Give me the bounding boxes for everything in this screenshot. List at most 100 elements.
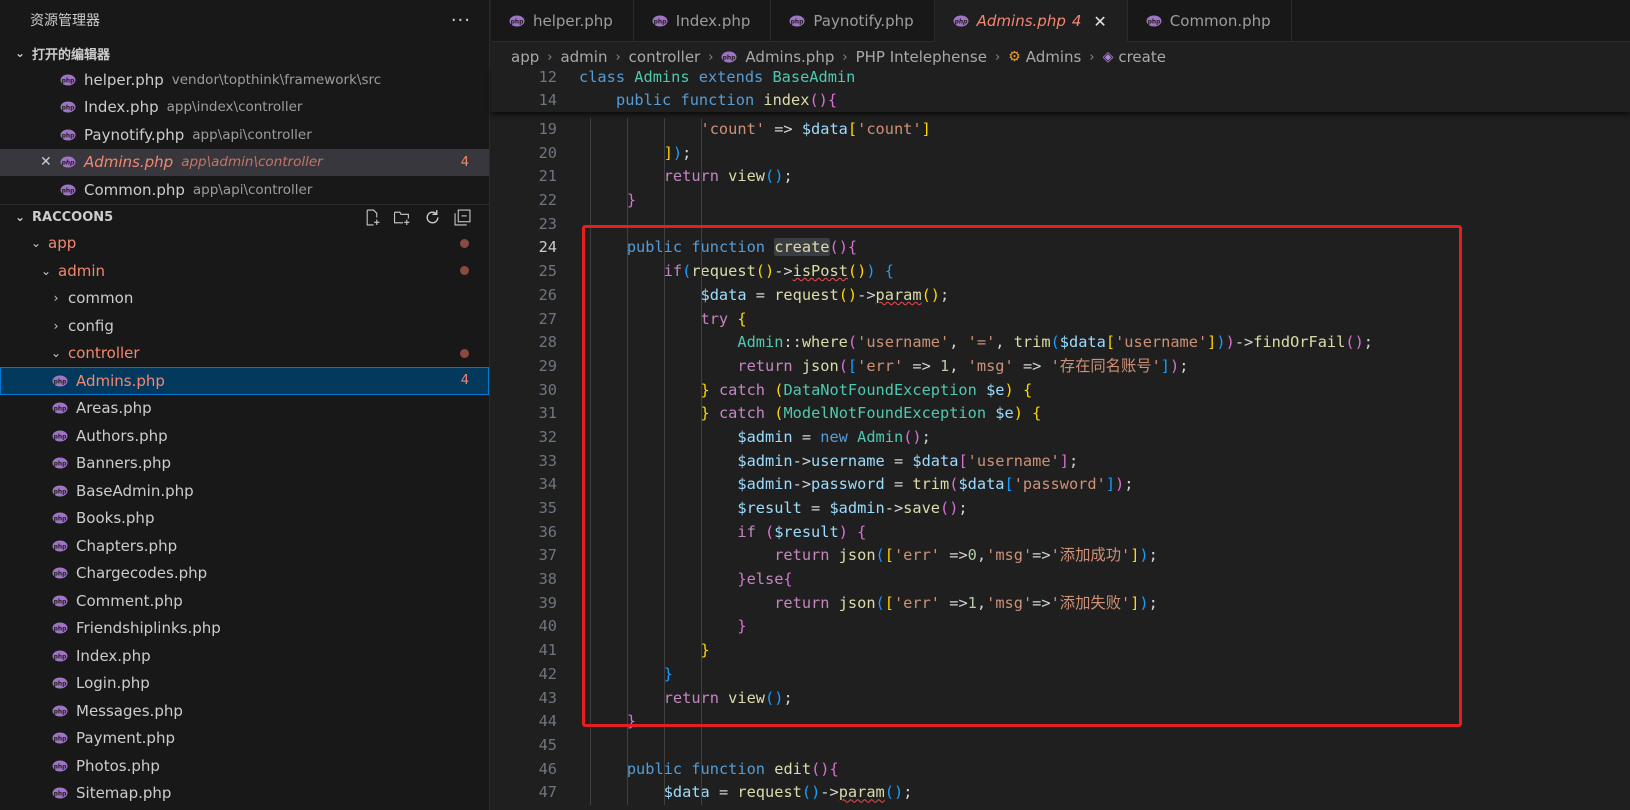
- folder-label: controller: [68, 344, 140, 363]
- tab-helper[interactable]: php helper.php: [491, 0, 634, 42]
- line-number: 33: [538, 451, 557, 470]
- new-folder-icon[interactable]: [393, 208, 411, 226]
- line-number: 47: [538, 783, 557, 802]
- code-line: Admin::where('username', '=', trim($data…: [737, 333, 1373, 352]
- svg-text:php: php: [54, 763, 68, 770]
- svg-text:php: php: [54, 653, 68, 660]
- file-item[interactable]: php Books.php: [0, 505, 489, 533]
- open-editor-item[interactable]: php helper.php vendor\topthink\framework…: [0, 66, 489, 94]
- file-item[interactable]: php Friendshiplinks.php: [0, 615, 489, 643]
- breadcrumb-item[interactable]: controller: [629, 48, 701, 66]
- problem-count-badge: 4: [460, 373, 469, 389]
- chevron-right-icon: ›: [1089, 49, 1095, 65]
- file-item[interactable]: php Sitemap.php: [0, 780, 489, 808]
- tree-folder-controller[interactable]: ⌄ controller: [0, 340, 489, 368]
- chevron-down-icon: ⌄: [14, 210, 26, 224]
- svg-text:php: php: [54, 488, 68, 495]
- new-file-icon[interactable]: [363, 208, 381, 226]
- file-item[interactable]: php Login.php: [0, 670, 489, 698]
- php-file-icon: php: [60, 101, 76, 113]
- file-item[interactable]: php Chapters.php: [0, 532, 489, 560]
- tab-label: helper.php: [533, 12, 613, 30]
- tab-admins[interactable]: php Admins.php 4 ✕: [934, 0, 1128, 42]
- chevron-down-icon: ⌄: [50, 346, 62, 361]
- line-number: 23: [538, 214, 557, 233]
- project-section[interactable]: ⌄ RACCOON5: [0, 203, 489, 230]
- open-editor-item[interactable]: php Index.php app\index\controller: [0, 94, 489, 122]
- file-item[interactable]: php Banners.php: [0, 450, 489, 478]
- tab-index[interactable]: php Index.php: [634, 0, 772, 42]
- indent-guide: [701, 118, 702, 805]
- file-item[interactable]: php Admins.php 4: [0, 367, 489, 395]
- file-item[interactable]: php Messages.php: [0, 697, 489, 725]
- breadcrumb-item[interactable]: app: [511, 48, 539, 66]
- svg-text:php: php: [54, 736, 68, 743]
- svg-text:php: php: [54, 433, 68, 440]
- open-editor-item[interactable]: php Paynotify.php app\api\controller: [0, 121, 489, 149]
- line-number: 35: [538, 499, 557, 517]
- code-line: return view();: [663, 167, 793, 186]
- file-name: Photos.php: [76, 756, 160, 775]
- open-editor-path: app\index\controller: [166, 99, 303, 116]
- svg-text:php: php: [723, 54, 737, 61]
- svg-text:php: php: [62, 187, 76, 194]
- breadcrumb-item[interactable]: PHP Intelephense: [856, 48, 987, 66]
- tree-folder-app[interactable]: ⌄ app: [0, 230, 489, 258]
- php-file-icon: php: [52, 760, 68, 772]
- file-item[interactable]: php Photos.php: [0, 752, 489, 780]
- tree-folder-common[interactable]: › common: [0, 285, 489, 313]
- line-number: 37: [538, 546, 557, 565]
- code-line: try {: [700, 309, 747, 328]
- close-icon[interactable]: ✕: [1093, 12, 1106, 31]
- modified-dot: [460, 266, 469, 276]
- file-item[interactable]: php Areas.php: [0, 395, 489, 423]
- svg-text:php: php: [54, 681, 68, 688]
- breadcrumb-item[interactable]: Admins.php: [745, 48, 834, 66]
- file-name: Index.php: [76, 646, 151, 665]
- line-number: 25: [538, 262, 557, 281]
- php-file-icon: php: [52, 732, 68, 744]
- line-number: 27: [538, 309, 557, 328]
- problem-count-badge: 4: [460, 154, 469, 170]
- file-name: Sitemap.php: [76, 784, 172, 803]
- code-line: return json(['err' =>1,'msg'=>'添加失败']);: [774, 593, 1158, 612]
- file-item[interactable]: php Chargecodes.php: [0, 560, 489, 588]
- php-file-icon: php: [52, 512, 68, 524]
- breadcrumb-item[interactable]: create: [1118, 48, 1166, 66]
- file-item[interactable]: php Index.php: [0, 642, 489, 670]
- open-editors-section[interactable]: ⌄ 打开的编辑器: [0, 40, 489, 66]
- sticky-scroll[interactable]: 12 class Admins extends BaseAdmin 14 publi…: [491, 66, 1630, 112]
- file-item[interactable]: php Payment.php: [0, 725, 489, 753]
- indent-guide: [627, 118, 628, 805]
- open-editor-name: Index.php: [84, 98, 159, 117]
- close-icon[interactable]: ✕: [40, 154, 52, 170]
- tree-folder-admin[interactable]: ⌄ admin: [0, 257, 489, 285]
- svg-text:php: php: [54, 461, 68, 468]
- more-actions-icon[interactable]: ···: [451, 10, 471, 31]
- tree-folder-config[interactable]: › config: [0, 312, 489, 340]
- line-number: 28: [538, 333, 557, 352]
- breadcrumb-item[interactable]: admin: [560, 48, 607, 66]
- open-editor-item-active[interactable]: ✕ php Admins.php app\admin\controller 4: [0, 148, 489, 176]
- svg-text:php: php: [54, 571, 68, 578]
- php-file-icon: php: [52, 485, 68, 497]
- php-file-icon: php: [60, 129, 76, 141]
- tab-paynotify[interactable]: php Paynotify.php: [771, 0, 935, 42]
- php-file-icon: php: [60, 74, 76, 86]
- file-item[interactable]: php Authors.php: [0, 422, 489, 450]
- file-item[interactable]: php BaseAdmin.php: [0, 477, 489, 505]
- folder-label: config: [68, 316, 114, 335]
- code-editor[interactable]: 12 class Admins extends BaseAdmin 14 publi…: [491, 66, 1630, 810]
- file-item[interactable]: php Comment.php: [0, 587, 489, 615]
- line-number: 14: [538, 91, 557, 109]
- php-file-icon: php: [52, 622, 68, 634]
- svg-text:php: php: [54, 598, 68, 605]
- tab-common[interactable]: php Common.php: [1128, 0, 1292, 42]
- php-file-icon: php: [52, 787, 68, 799]
- open-editor-name: Admins.php: [84, 153, 174, 172]
- breadcrumb-item[interactable]: Admins: [1026, 48, 1082, 66]
- open-editor-item[interactable]: php Common.php app\api\controller: [0, 176, 489, 204]
- code-line: if(request()->isPost()) {: [663, 262, 894, 281]
- refresh-icon[interactable]: [423, 208, 441, 226]
- collapse-all-icon[interactable]: [453, 208, 471, 226]
